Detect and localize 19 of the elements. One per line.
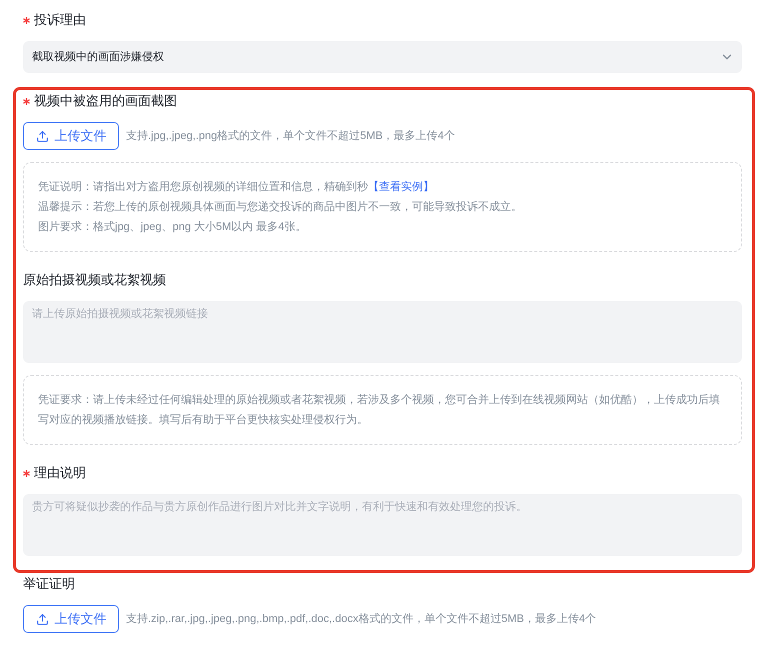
upload-icon (36, 612, 48, 626)
note-text: 凭证说明：请指出对方盗用您原创视频的详细位置和信息，精确到秒【查看实例】 (38, 180, 435, 195)
text-area-field[interactable]: 贵方可将疑似抄袭的作品与贵方原创作品进行图片对比并文字说明，有利于快速和有效处理您的投诉。 (23, 494, 742, 556)
note-text: 温馨提示：若您上传的原创视频具体画面与您递交投诉的商品中图片不一致，可能导致投诉不成立。 (38, 200, 523, 215)
upload-hint: 支持.jpg,.jpeg,.png格式的文件，单个文件不超过5MB，最多上传4个 (126, 128, 455, 144)
upload-icon (36, 130, 48, 142)
view-example-link[interactable]: 【查看实例】 (368, 181, 434, 193)
field-label: 视频中被盗用的画面截图 (34, 92, 177, 110)
reason-select[interactable]: 截取视频中的画面涉嫌侵权 (23, 41, 742, 73)
field-label: 理由说明 (34, 464, 86, 482)
upload-hint: 支持.zip,.rar,.jpg,.jpeg,.png,.bmp,.pdf,.doc,.docx格式的文件，单个文件不超过5MB，最多上传4个 (126, 612, 596, 627)
field-label: 投诉理由 (34, 11, 86, 29)
field-label: 原始拍摄视频或花絮视频 (23, 271, 166, 289)
text-area-field[interactable]: 请上传原始拍摄视频或花絮视频链接 (23, 301, 742, 363)
upload-file-button[interactable]: 上传文件 (23, 122, 119, 150)
field-label: 举证证明 (23, 575, 75, 593)
note-text: 图片要求：格式jpg、jpeg、png 大小5M以内 最多4张。 (38, 220, 308, 235)
upload-file-button[interactable]: 上传文件 (23, 605, 119, 633)
note-text: 凭证要求：请上传未经过任何编辑处理的原始视频或者花絮视频，若涉及多个视频，您可合并上传到在线视频网站（如优酷），上传成功后填写对应的视频播放链接。填写后有助于平台更快核实处理侵权行为。 (38, 392, 721, 428)
